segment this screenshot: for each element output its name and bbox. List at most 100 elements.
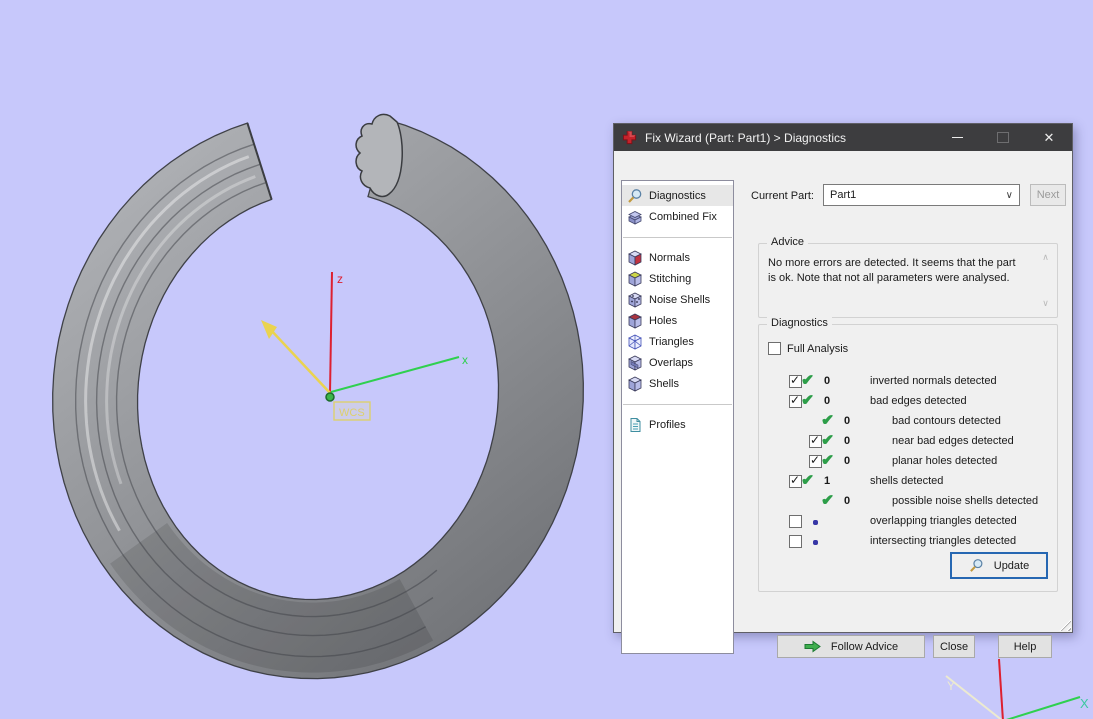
- current-part-dropdown[interactable]: Part1 ∨: [823, 184, 1020, 206]
- help-button[interactable]: Help: [998, 635, 1052, 658]
- sidebar-item-label: Diagnostics: [649, 189, 706, 202]
- sidebar-item-holes[interactable]: Holes: [622, 310, 733, 331]
- document-icon: [630, 417, 641, 432]
- sidebar-item-shells[interactable]: Shells: [622, 373, 733, 394]
- scroll-up-icon[interactable]: ∧: [1042, 252, 1049, 263]
- layers-icon: [628, 210, 642, 225]
- screen-y-label: Y: [947, 679, 955, 693]
- cube-overlap-icon: [628, 355, 642, 371]
- screen-z-axis: [998, 658, 1004, 719]
- sidebar-item-stitching[interactable]: Stitching: [622, 268, 733, 289]
- bullet-dot-icon: [813, 540, 818, 545]
- current-part-label: Current Part:: [751, 190, 814, 202]
- diagnostic-label: bad edges detected: [870, 395, 967, 407]
- open-ring-3d-model[interactable]: [52, 113, 584, 680]
- diagnostic-label: overlapping triangles detected: [870, 515, 1017, 527]
- diagnostic-checkbox[interactable]: ✓: [789, 535, 802, 548]
- dialog-body: Diagnostics Combined Fix Normals Stitchi…: [614, 151, 1072, 658]
- diagnostic-count: 0: [824, 375, 831, 387]
- sidebar-divider: [623, 237, 732, 238]
- next-button[interactable]: Next: [1030, 184, 1066, 206]
- close-dialog-button[interactable]: Close: [933, 635, 975, 658]
- minimize-button[interactable]: [934, 124, 980, 151]
- ring-band: [52, 119, 584, 680]
- diagnostics-legend: Diagnostics: [767, 317, 832, 329]
- fix-wizard-dialog: Fix Wizard (Part: Part1) > Diagnostics ✕…: [613, 123, 1073, 658]
- sidebar-item-normals[interactable]: Normals: [622, 247, 733, 268]
- check-ok-icon: ✔: [821, 432, 834, 449]
- magnifier-icon: [628, 188, 642, 203]
- update-button[interactable]: Update: [950, 552, 1048, 579]
- wcs-axes: z x WCS: [261, 271, 468, 421]
- ring-end-profile: [355, 113, 403, 198]
- diagnostic-label: shells detected: [870, 475, 944, 487]
- sidebar-item-overlaps[interactable]: Overlaps: [622, 352, 733, 373]
- wcs-z-axis: [329, 271, 333, 394]
- resize-grip[interactable]: [1058, 618, 1071, 631]
- window-controls: ✕: [934, 124, 1072, 151]
- advice-legend: Advice: [767, 236, 809, 248]
- advice-groupbox: Advice No more errors are detected. It s…: [758, 236, 1058, 318]
- diagnostic-count: 0: [844, 415, 851, 427]
- close-button[interactable]: ✕: [1026, 124, 1072, 151]
- check-ok-icon: ✔: [801, 372, 814, 389]
- magnifier-icon: [969, 559, 983, 572]
- diagnostic-label: intersecting triangles detected: [870, 535, 1017, 547]
- cube-dots-icon: [628, 292, 642, 308]
- sidebar-item-profiles[interactable]: Profiles: [622, 414, 733, 435]
- current-part-value: Part1: [830, 189, 857, 201]
- maximize-icon: [997, 132, 1009, 143]
- diagnostic-count: 0: [844, 495, 851, 507]
- screen-x-label: X: [1080, 696, 1089, 711]
- sidebar-item-label: Triangles: [649, 335, 694, 348]
- sidebar-item-label: Overlaps: [649, 356, 694, 369]
- full-analysis-checkbox[interactable]: ✓: [768, 342, 781, 355]
- sidebar-item-label: Noise Shells: [649, 293, 711, 306]
- sidebar-item-label: Combined Fix: [649, 210, 717, 223]
- diagnostic-row: ✓ ✔ 0 near bad edges detected: [759, 432, 1057, 452]
- diagnostic-row: ✓ overlapping triangles detected: [759, 512, 1057, 532]
- sidebar-item-label: Normals: [649, 251, 690, 264]
- fix-wizard-sidebar: Diagnostics Combined Fix Normals Stitchi…: [621, 180, 734, 654]
- check-ok-icon: ✔: [801, 472, 814, 489]
- diagnostic-row: ✔ 0 possible noise shells detected: [759, 492, 1057, 512]
- diagnostic-row: ✓ ✔ 0 planar holes detected: [759, 452, 1057, 472]
- dialog-titlebar[interactable]: Fix Wizard (Part: Part1) > Diagnostics ✕: [614, 124, 1072, 151]
- cube-hole-icon: [628, 313, 642, 329]
- sidebar-item-diagnostics[interactable]: Diagnostics: [622, 185, 733, 206]
- wcs-x-label: x: [462, 353, 468, 367]
- sidebar-divider: [623, 404, 732, 405]
- diagnostic-label: possible noise shells detected: [892, 495, 1039, 507]
- sidebar-item-label: Shells: [649, 377, 679, 390]
- fix-wizard-icon: [622, 130, 637, 145]
- sidebar-item-label: Stitching: [649, 272, 692, 285]
- diagnostic-row: ✓ ✔ 0 inverted normals detected: [759, 372, 1057, 392]
- sidebar-item-noise-shells[interactable]: Noise Shells: [622, 289, 733, 310]
- minimize-icon: [951, 137, 963, 138]
- wcs-x-axis: [330, 356, 460, 393]
- sidebar-item-triangles[interactable]: Triangles: [622, 331, 733, 352]
- sidebar-item-combined-fix[interactable]: Combined Fix: [622, 206, 733, 227]
- follow-advice-label: Follow Advice: [830, 640, 899, 653]
- advice-scrollbar[interactable]: ∧ ∨: [1038, 252, 1053, 309]
- green-arrow-icon: [804, 640, 821, 653]
- diagnostic-label: bad contours detected: [892, 415, 1001, 427]
- bullet-dot-icon: [813, 520, 818, 525]
- screen-x-axis: [1006, 696, 1081, 719]
- cube-red-face-icon: [628, 250, 642, 266]
- cube-icon: [628, 376, 642, 392]
- diagnostic-row: ✓ ✔ 1 shells detected: [759, 472, 1057, 492]
- update-button-label: Update: [993, 559, 1030, 572]
- full-analysis-label: Full Analysis: [787, 342, 849, 355]
- diagnostic-checkbox[interactable]: ✓: [789, 515, 802, 528]
- diagnostics-rows: ✓ ✔ 0 inverted normals detected ✓ ✔ 0 ba…: [759, 372, 1057, 552]
- diagnostic-row: ✓ intersecting triangles detected: [759, 532, 1057, 552]
- check-ok-icon: ✔: [821, 412, 834, 429]
- diagnostic-label: planar holes detected: [892, 455, 998, 467]
- check-ok-icon: ✔: [821, 492, 834, 509]
- follow-advice-button[interactable]: Follow Advice: [777, 635, 925, 658]
- wcs-y-axis: [269, 328, 331, 394]
- wcs-origin-dot: [325, 392, 335, 402]
- scroll-down-icon[interactable]: ∨: [1042, 298, 1049, 309]
- maximize-button[interactable]: [980, 124, 1026, 151]
